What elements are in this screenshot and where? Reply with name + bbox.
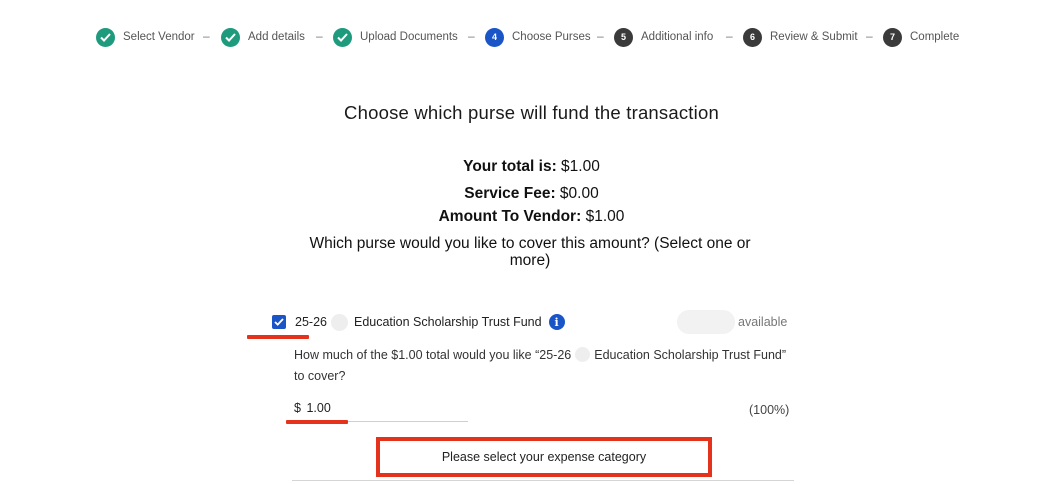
step-label: Additional info [641, 31, 714, 43]
step-label: Add details [248, 31, 305, 43]
progress-stepper: Select Vendor – Add details – Upload Doc… [0, 27, 1063, 47]
vendor-amount-value: $1.00 [585, 208, 625, 225]
purse-question: Which purse would you like to cover this… [309, 235, 751, 269]
step-select-vendor[interactable]: Select Vendor [96, 27, 195, 47]
step-number: 7 [883, 27, 902, 47]
step-separator: – [726, 29, 733, 43]
step-separator: – [316, 29, 323, 43]
purse-prefix: 25-26 [295, 315, 327, 329]
check-icon [333, 27, 352, 47]
step-separator: – [468, 29, 475, 43]
vendor-amount-line: Amount To Vendor: $1.00 [0, 208, 1063, 226]
currency-symbol: $ [294, 401, 301, 415]
total-value: $1.00 [561, 158, 600, 175]
step-add-details[interactable]: Add details [221, 27, 305, 47]
cover-question: How much of the $1.00 total would you li… [294, 345, 794, 387]
page-title: Choose which purse will fund the transac… [344, 102, 719, 123]
highlight-underline [247, 335, 309, 339]
service-fee-label: Service Fee: [464, 185, 556, 202]
step-separator: – [597, 29, 604, 43]
step-number: 6 [743, 27, 762, 47]
info-icon[interactable]: i [548, 314, 565, 330]
redacted-mark [330, 313, 348, 331]
step-label: Select Vendor [123, 31, 195, 43]
check-icon [96, 27, 115, 47]
service-fee-value: $0.00 [559, 185, 599, 202]
total-label: Your total is: [463, 158, 557, 175]
cover-question-text: How much of the $1.00 total would you li… [294, 348, 572, 362]
service-fee-line: Service Fee: $0.00 [0, 185, 1063, 203]
amount-value[interactable]: 1.00 [306, 401, 330, 415]
divider [292, 480, 794, 481]
checkbox-checked-icon[interactable] [272, 315, 286, 329]
percent-value: (100%) [749, 403, 790, 417]
step-label: Choose Purses [512, 31, 591, 43]
check-icon [221, 27, 240, 47]
step-separator: – [866, 29, 873, 43]
vendor-amount-label: Amount To Vendor: [438, 208, 582, 225]
step-upload-documents[interactable]: Upload Documents [333, 27, 458, 47]
redacted-mark [575, 347, 591, 362]
expense-category-button[interactable]: Please select your expense category [376, 437, 712, 477]
step-number: 4 [485, 27, 504, 47]
redacted-available-amount [677, 310, 735, 334]
step-label: Review & Submit [770, 31, 858, 43]
amount-field[interactable]: $ 1.00 [294, 401, 331, 415]
expense-category-label: Please select your expense category [441, 450, 647, 464]
step-separator: – [203, 29, 210, 43]
purse-option: 25-26 Education Scholarship Trust Fund i… [272, 310, 797, 334]
step-number: 5 [614, 27, 633, 47]
step-label: Complete [910, 31, 960, 43]
available-label: available [738, 315, 788, 329]
step-additional-info[interactable]: 5 Additional info [614, 27, 713, 47]
step-label: Upload Documents [360, 31, 458, 43]
step-review-submit[interactable]: 6 Review & Submit [743, 27, 858, 47]
highlight-underline [286, 420, 348, 424]
step-complete[interactable]: 7 Complete [883, 27, 959, 47]
total-line: Your total is: $1.00 [0, 158, 1063, 176]
purse-name: Education Scholarship Trust Fund [353, 315, 542, 329]
step-choose-purses[interactable]: 4 Choose Purses [485, 27, 591, 47]
